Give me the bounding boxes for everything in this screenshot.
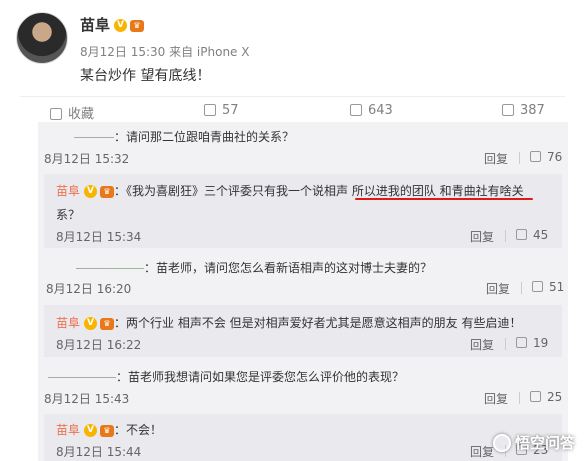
verified-icon: V xyxy=(84,185,98,198)
post-author[interactable]: 苗阜 V ♛ xyxy=(80,14,145,35)
comments-panel: ：请问那二位跟咱青曲社的关系？ 8月12日 15:32 回复 76 苗阜 V ♛ ：《… xyxy=(38,122,568,461)
watermark: 悟空问答 xyxy=(492,432,575,453)
sub-reply: 苗阜 V ♛ ：《我为喜剧狂》三个评委只有我一个说相声 所以进我的团队 和青曲社有啥关… xyxy=(44,174,562,248)
favorite-button[interactable]: 收藏 xyxy=(50,103,94,122)
sub-reply: 苗阜 V ♛ ：两个行业 相声不会 但是对相声爱好者尤其是愿意这相声的朋友 有些启迪！… xyxy=(44,305,562,357)
member-medal-icon: ♛ xyxy=(100,424,115,437)
comment-like-button[interactable]: 19 xyxy=(516,336,548,350)
reply-author[interactable]: 苗阜 xyxy=(56,184,80,198)
verified-icon: V xyxy=(114,19,128,32)
forward-count: 57 xyxy=(222,103,239,118)
reply-time: 8月12日 15:44 xyxy=(56,445,142,459)
member-medal-icon: ♛ xyxy=(130,19,145,32)
reply-time: 8月12日 15:34 xyxy=(56,230,142,244)
redacted-username xyxy=(106,268,144,269)
thumbs-up-icon xyxy=(532,281,543,292)
comment-icon xyxy=(350,104,362,116)
favorite-label: 收藏 xyxy=(68,107,95,122)
comment-time: 8月12日 16:20 xyxy=(46,282,132,296)
thumbs-up-icon xyxy=(516,229,527,240)
comment-like-button[interactable]: 51 xyxy=(532,280,564,294)
redacted-username xyxy=(76,268,106,269)
like-count: 387 xyxy=(520,103,545,118)
thumbs-up-icon xyxy=(516,337,527,348)
divider xyxy=(505,338,506,350)
comment-button[interactable]: 643 xyxy=(350,103,393,118)
post-meta: 8月12日 15:30 来自 iPhone X xyxy=(80,45,250,59)
reply-author[interactable]: 苗阜 xyxy=(56,316,80,330)
thumbs-up-icon xyxy=(530,151,541,162)
thumbs-up-icon xyxy=(502,104,514,116)
reply-button[interactable]: 回复 xyxy=(486,280,510,297)
red-underline-annotation xyxy=(355,198,533,200)
reply-text: 苗阜 V ♛ ：不会！ xyxy=(56,423,163,437)
comment-like-button[interactable]: 25 xyxy=(530,390,562,404)
redacted-username xyxy=(74,137,114,138)
redacted-username xyxy=(48,377,116,378)
verified-icon: V xyxy=(84,424,98,437)
post-text: 某台炒作 望有底线！ xyxy=(80,68,211,84)
reply-button[interactable]: 回复 xyxy=(470,443,494,460)
reply-text: 苗阜 V ♛ ：两个行业 相声不会 但是对相声爱好者尤其是愿意这相声的朋友 有些启迪！ xyxy=(56,316,522,330)
post-action-bar: 收藏 57 643 387 xyxy=(20,96,565,125)
author-avatar[interactable] xyxy=(16,12,68,64)
member-medal-icon: ♛ xyxy=(100,317,115,330)
comment-time: 8月12日 15:43 xyxy=(44,392,130,406)
watermark-text: 悟空问答 xyxy=(514,434,575,452)
verified-icon: V xyxy=(84,317,98,330)
thumbs-up-icon xyxy=(530,391,541,402)
divider xyxy=(519,152,520,164)
comment-time: 8月12日 15:32 xyxy=(44,152,130,166)
like-button[interactable]: 387 xyxy=(502,103,545,118)
reply-text: 苗阜 V ♛ ：《我为喜剧狂》三个评委只有我一个说相声 所以进我的团队 和青曲社有啥关 xyxy=(56,184,524,198)
comment-like-button[interactable]: 45 xyxy=(516,228,548,242)
comment-count: 643 xyxy=(368,103,393,118)
reply-author[interactable]: 苗阜 xyxy=(56,423,80,437)
comment-text: ：请问那二位跟咱青曲社的关系？ xyxy=(74,128,294,145)
comment-text: ：苗老师我想请问如果您是评委您怎么评价他的表现？ xyxy=(48,368,404,385)
wukong-logo-icon xyxy=(492,434,511,452)
comment-like-button[interactable]: 76 xyxy=(530,150,562,164)
comment-text: ：苗老师，请问您怎么看新语相声的这对博士夫妻的？ xyxy=(76,259,432,276)
star-icon xyxy=(50,108,62,120)
member-medal-icon: ♛ xyxy=(100,185,115,198)
reply-time: 8月12日 16:22 xyxy=(56,338,142,352)
forward-button[interactable]: 57 xyxy=(204,103,239,118)
divider xyxy=(521,282,522,294)
reply-text-continued: 系？ xyxy=(56,208,81,222)
reply-button[interactable]: 回复 xyxy=(484,150,508,167)
share-icon xyxy=(204,104,216,116)
reply-button[interactable]: 回复 xyxy=(470,336,494,353)
divider xyxy=(519,392,520,404)
sub-reply: 苗阜 V ♛ ：不会！ 8月12日 15:44 回复 23 xyxy=(44,414,562,461)
author-name[interactable]: 苗阜 xyxy=(80,16,110,34)
divider xyxy=(505,230,506,242)
reply-button[interactable]: 回复 xyxy=(470,228,494,245)
reply-button[interactable]: 回复 xyxy=(484,390,508,407)
